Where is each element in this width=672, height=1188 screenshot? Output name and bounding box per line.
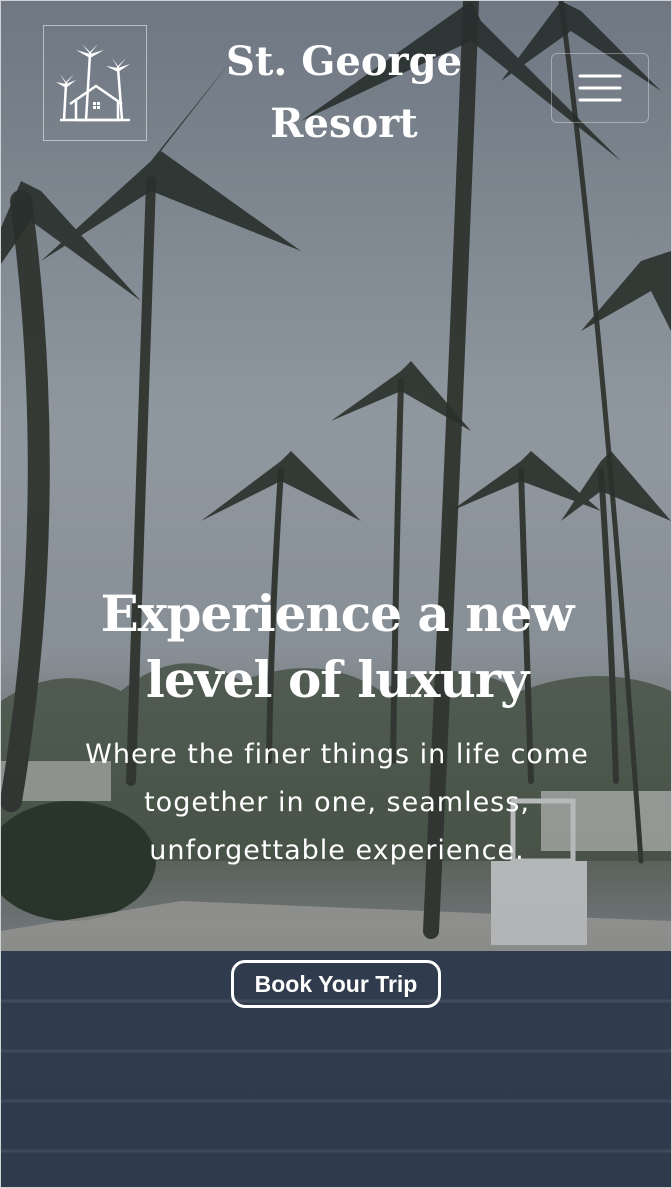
hero-section: St. George Resort Experience a new level… bbox=[0, 0, 672, 1188]
book-your-trip-button[interactable]: Book Your Trip bbox=[231, 960, 441, 1008]
palm-tree-house-icon bbox=[56, 44, 130, 122]
hamburger-menu-icon bbox=[578, 74, 622, 102]
menu-button[interactable] bbox=[551, 53, 649, 123]
hero-subheading: Where the finer things in life come toge… bbox=[85, 739, 589, 866]
logo[interactable] bbox=[43, 25, 147, 141]
hero-headline: Experience a new level of luxury bbox=[100, 584, 575, 709]
brand-name[interactable]: St. George Resort bbox=[201, 31, 487, 155]
